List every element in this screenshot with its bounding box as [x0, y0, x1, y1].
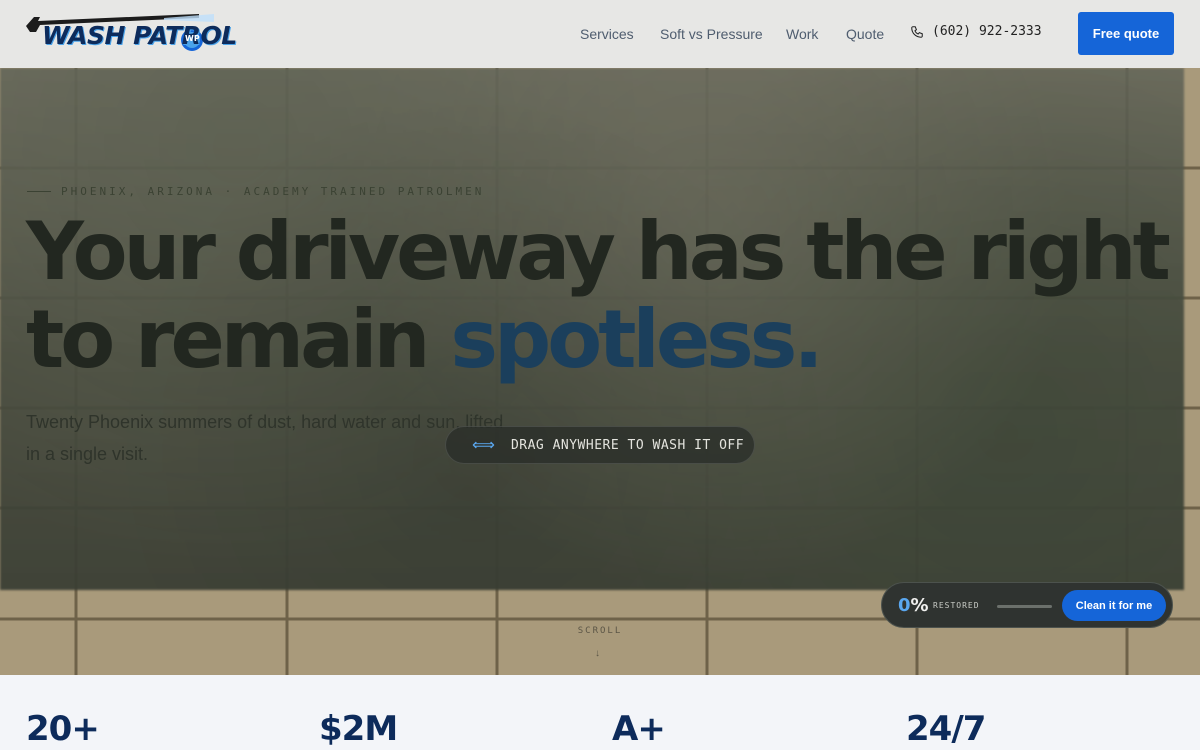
clean-it-for-me-button[interactable]: Clean it for me — [1062, 590, 1166, 621]
hero-eyebrow: PHOENIX, ARIZONA · ACADEMY TRAINED PATRO… — [27, 185, 484, 198]
scroll-arrow-icon: ↓ — [595, 648, 600, 659]
stat-rating: A+ — [612, 709, 666, 749]
restore-progress-bar — [997, 605, 1052, 608]
double-arrow-icon: ⟺ — [472, 437, 495, 454]
stat-availability: 24/7 — [906, 709, 986, 749]
phone-number: (602) 922-2333 — [932, 24, 1042, 39]
nav-work[interactable]: Work — [786, 26, 818, 42]
nav-quote[interactable]: Quote — [846, 26, 884, 42]
stats-strip: 20+ $2M A+ 24/7 — [0, 675, 1200, 750]
stat-years: 20+ — [26, 709, 100, 749]
stat-amount: $2M — [319, 709, 398, 749]
headline-line1: Your driveway has the right — [26, 205, 1171, 298]
site-header: WASH PATROL WP Services Soft vs Pressure… — [0, 0, 1200, 68]
brand-badge: WP — [185, 34, 200, 43]
restore-percent-number: 0 — [898, 595, 911, 616]
wash-patrol-logo[interactable]: WASH PATROL WP — [24, 12, 237, 56]
nav-soft-vs-pressure[interactable]: Soft vs Pressure — [660, 26, 763, 42]
eyebrow-text: PHOENIX, ARIZONA · ACADEMY TRAINED PATRO… — [61, 185, 485, 198]
phone-link[interactable]: (602) 922-2333 — [910, 24, 1042, 39]
restore-percent: 0% — [898, 595, 929, 616]
free-quote-button[interactable]: Free quote — [1078, 12, 1174, 55]
headline-line2: to remain — [26, 293, 451, 386]
restore-percent-sign: % — [910, 595, 929, 616]
scroll-label: SCROLL — [577, 626, 623, 636]
hero-subtext: Twenty Phoenix summers of dust, hard wat… — [26, 412, 504, 464]
hero-headline: Your driveway has the right to remain sp… — [26, 205, 1171, 386]
drag-hint-text: DRAG ANYWHERE TO WASH IT OFF — [510, 437, 745, 453]
drag-hint[interactable]: ⟺ DRAG ANYWHERE TO WASH IT OFF — [445, 426, 755, 464]
headline-accent: spotless. — [450, 293, 823, 386]
phone-icon — [911, 25, 923, 38]
nav-services[interactable]: Services — [580, 26, 634, 42]
restore-widget: 0% RESTORED Clean it for me — [881, 582, 1173, 628]
eyebrow-rule — [27, 191, 51, 192]
restore-label: RESTORED — [933, 601, 980, 610]
brand-name: WASH PATROL — [42, 21, 237, 50]
